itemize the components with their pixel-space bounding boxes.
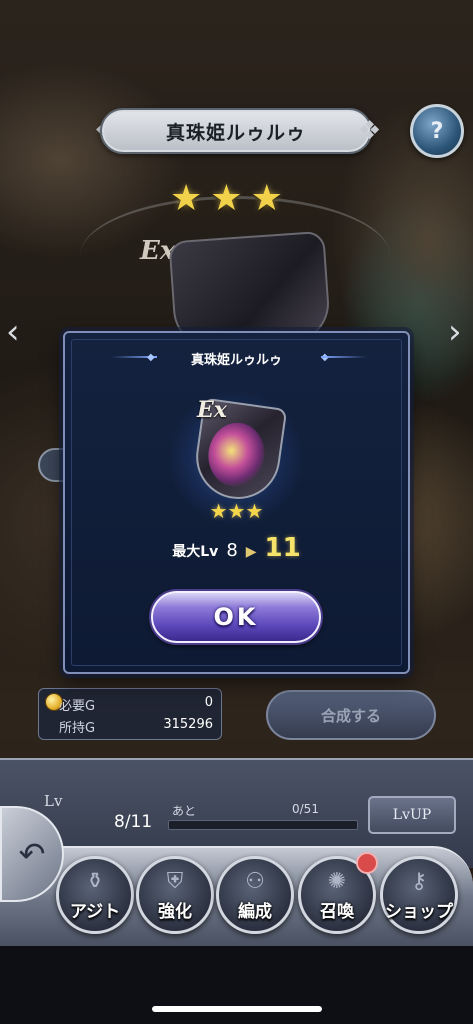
item-grade-label: Ex bbox=[197, 397, 227, 423]
question-icon: ? bbox=[430, 118, 444, 144]
nav-button-enhance[interactable]: ⛨ 強化 bbox=[136, 856, 214, 934]
plate-ornament-right: ❖ bbox=[358, 116, 382, 146]
notification-badge bbox=[356, 852, 378, 874]
max-level-new: 11 bbox=[264, 533, 301, 563]
help-button[interactable]: ? bbox=[410, 104, 464, 158]
arrow-right-icon: ▶ bbox=[245, 544, 257, 560]
modal-title: 真珠姫ルゥルゥ bbox=[190, 353, 282, 368]
lvup-button[interactable]: LvUP bbox=[368, 796, 456, 834]
character-title-plate: 真珠姫ルゥルゥ bbox=[100, 108, 372, 154]
level-cap-modal: ◆ 真珠姫ルゥルゥ ◆ Ex ★★★ 最大Lv 8 ▶ 11 OK bbox=[63, 331, 410, 674]
star-icon: ★★★ bbox=[209, 499, 264, 523]
max-level-label: 最大Lv bbox=[172, 544, 219, 560]
nav-label: 召喚 bbox=[320, 902, 354, 922]
nav-button-shop[interactable]: ⚷ ショップ bbox=[380, 856, 458, 934]
nav-button-base[interactable]: ⚱ アジト bbox=[56, 856, 134, 934]
owned-gold-value: 315296 bbox=[163, 717, 213, 732]
shield-emblem bbox=[204, 419, 269, 491]
nav-label: 強化 bbox=[158, 902, 192, 922]
max-level-row: 最大Lv 8 ▶ 11 bbox=[65, 533, 408, 563]
level-label: Lv bbox=[44, 792, 63, 810]
character-title: 真珠姫ルゥルゥ bbox=[165, 121, 306, 144]
remaining-label: あと bbox=[172, 804, 197, 818]
safe-area bbox=[0, 946, 473, 1024]
fuse-button[interactable]: 合成する bbox=[266, 690, 436, 740]
back-arrow-icon: ↶ bbox=[18, 835, 46, 873]
item-stars: ★★★ bbox=[65, 499, 408, 523]
nav-label: 編成 bbox=[238, 902, 272, 922]
exp-value: 0/51 bbox=[292, 802, 319, 816]
nav-label: ショップ bbox=[385, 902, 453, 922]
shop-icon: ⚷ bbox=[410, 869, 428, 894]
star-icon: ★ bbox=[250, 178, 283, 219]
level-current: 8/11 bbox=[114, 812, 153, 832]
required-gold-label: 必要G bbox=[59, 699, 96, 714]
star-icon: ★ bbox=[170, 178, 203, 219]
owned-gold-label: 所持G bbox=[59, 721, 96, 736]
home-indicator[interactable] bbox=[152, 1006, 322, 1012]
next-arrow-icon[interactable]: › bbox=[448, 312, 462, 352]
star-icon: ★ bbox=[210, 178, 243, 219]
party-icon: ⚇ bbox=[245, 869, 265, 894]
armor-icon: ⛨ bbox=[166, 869, 184, 894]
required-gold-value: 0 bbox=[204, 695, 213, 710]
nav-button-formation[interactable]: ⚇ 編成 bbox=[216, 856, 294, 934]
prev-arrow-icon[interactable]: ‹ bbox=[6, 312, 20, 352]
rarity-stars: ★ ★ ★ bbox=[170, 178, 283, 219]
ok-button[interactable]: OK bbox=[151, 591, 321, 643]
max-level-old: 8 bbox=[226, 540, 238, 561]
gold-panel: 必要G 0 所持G 315296 bbox=[38, 688, 222, 740]
title-deco-right bbox=[321, 356, 367, 358]
nav-label: アジト bbox=[69, 902, 121, 922]
potion-icon: ⚱ bbox=[85, 869, 105, 894]
exp-bar bbox=[168, 820, 358, 830]
